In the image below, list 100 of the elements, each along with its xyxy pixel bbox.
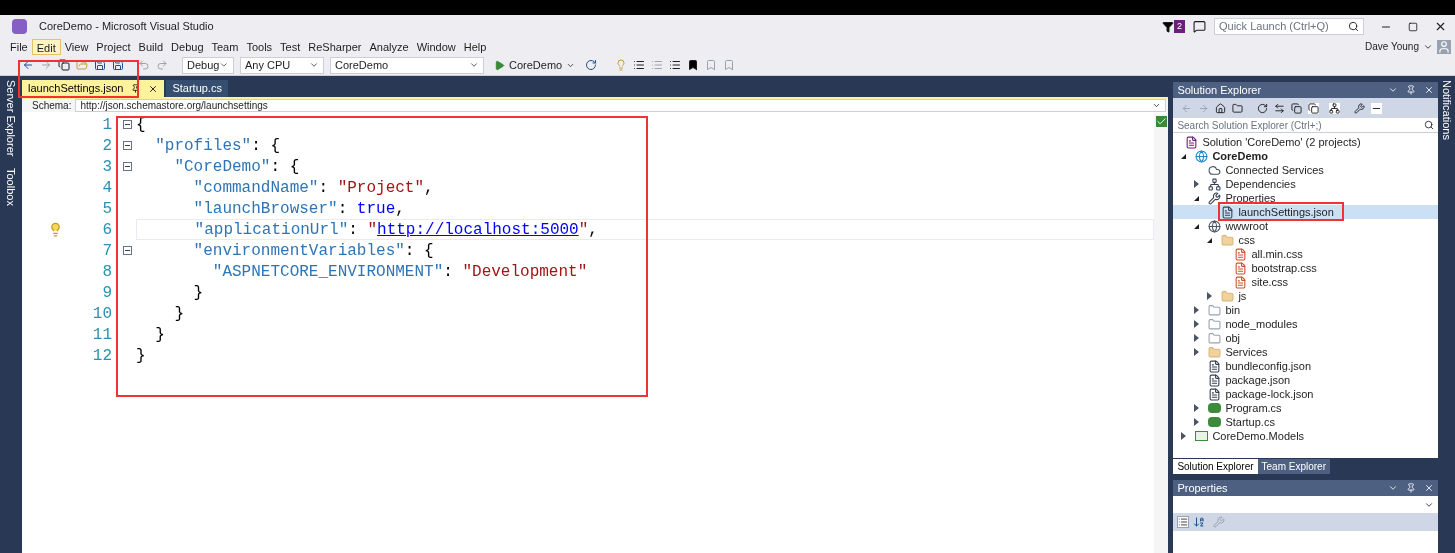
tree-item[interactable]: Services [1173, 345, 1438, 359]
menu-item[interactable]: File [6, 38, 32, 55]
close-icon[interactable] [148, 83, 159, 94]
collapsed-arrow-icon[interactable] [1194, 320, 1200, 328]
tree-item[interactable]: all.min.css [1173, 247, 1438, 261]
back-icon[interactable] [22, 59, 34, 71]
fold-toggle[interactable] [123, 162, 132, 171]
list-icon[interactable] [669, 59, 682, 71]
file-icon [1234, 261, 1248, 275]
menu-item[interactable]: ReSharper [304, 38, 366, 55]
tree-item[interactable]: bundleconfig.json [1173, 359, 1438, 373]
user-name[interactable]: Dave Young [1365, 39, 1419, 54]
menu-item[interactable]: Team [207, 38, 243, 55]
expanded-arrow-icon[interactable] [1207, 237, 1213, 243]
tree-item[interactable]: obj [1173, 331, 1438, 345]
tree-item[interactable]: Program.cs [1173, 401, 1438, 415]
menu-item[interactable]: Help [459, 38, 491, 55]
tree-item[interactable]: Dependencies [1173, 177, 1438, 191]
undo-icon[interactable] [138, 59, 150, 71]
expanded-arrow-icon[interactable] [1181, 153, 1187, 159]
toolbar-dropdown[interactable]: Debug [182, 56, 234, 74]
collapsed-arrow-icon[interactable] [1207, 292, 1213, 300]
feedback-icon[interactable] [1193, 20, 1206, 33]
menu-item[interactable]: View [60, 38, 93, 55]
filter-icon[interactable] [1162, 20, 1174, 33]
sync-icon[interactable] [1274, 102, 1286, 114]
line-number: 3 [101, 156, 112, 178]
code-line: "environmentVariables": { [192, 240, 435, 261]
pin-icon[interactable] [1406, 85, 1416, 95]
fold-toggle[interactable] [123, 141, 132, 150]
restore-icon[interactable] [1408, 21, 1418, 32]
tree-item[interactable]: CoreDemo [1173, 149, 1438, 163]
tree-item[interactable]: bootstrap.css [1173, 261, 1438, 275]
tree-item[interactable]: package.json [1173, 373, 1438, 387]
caret-icon [309, 60, 319, 70]
menu-item[interactable]: Debug [167, 38, 208, 55]
search-field[interactable]: Search Solution Explorer (Ctrl+;) [1173, 118, 1438, 133]
menu-item[interactable]: Window [412, 38, 460, 55]
menu-item[interactable]: Test [276, 38, 305, 55]
expanded-arrow-icon[interactable] [1194, 195, 1200, 201]
tree-item[interactable]: bin [1173, 303, 1438, 317]
tree-item[interactable]: node_modules [1173, 317, 1438, 331]
caret-icon[interactable] [1388, 483, 1398, 493]
code-line: } [192, 282, 205, 303]
sort-alphabetical-icon[interactable] [1193, 516, 1206, 528]
side-tab[interactable]: Server Explorer [0, 80, 24, 157]
menu-item[interactable]: Edit [31, 38, 61, 55]
pin-icon[interactable] [1406, 483, 1416, 493]
notification-count[interactable]: 2 [1174, 19, 1185, 34]
tree-item[interactable]: css [1173, 233, 1438, 247]
caret-icon[interactable] [1388, 85, 1398, 95]
tree-item[interactable]: Properties [1173, 191, 1438, 205]
collapsed-arrow-icon[interactable] [1181, 432, 1187, 440]
collapsed-arrow-icon[interactable] [1194, 306, 1200, 314]
tree-item[interactable]: launchSettings.json [1173, 205, 1438, 219]
fold-toggle[interactable] [123, 120, 132, 129]
collapsed-arrow-icon[interactable] [1194, 404, 1200, 412]
list-icon[interactable] [633, 59, 646, 71]
wrench-icon[interactable] [1354, 102, 1366, 114]
menu-item[interactable]: Project [92, 38, 135, 55]
folder-icon[interactable] [1232, 102, 1244, 114]
bookmark-icon[interactable] [687, 59, 700, 71]
search-icon[interactable] [1424, 120, 1434, 130]
save-icon[interactable] [94, 59, 106, 71]
tree-item[interactable]: site.css [1173, 275, 1438, 289]
collapsed-arrow-icon[interactable] [1194, 334, 1200, 342]
editor-tab[interactable]: Startup.cs [166, 80, 228, 97]
tree-item[interactable]: wwwroot [1173, 219, 1438, 233]
menu-item[interactable]: Analyze [365, 38, 413, 55]
line-number: 9 [101, 282, 112, 304]
menu-item[interactable]: Build [134, 38, 168, 55]
tree-item[interactable]: js [1173, 289, 1438, 303]
lightbulb-icon[interactable] [48, 222, 63, 237]
categorized-icon[interactable] [1177, 516, 1190, 528]
start-debugging-button[interactable]: CoreDemo [490, 56, 580, 74]
forward-icon[interactable] [40, 59, 52, 71]
folder-icon [1208, 345, 1222, 359]
collapsed-arrow-icon[interactable] [1194, 348, 1200, 356]
panel-tab[interactable]: Solution Explorer [1173, 459, 1258, 474]
panel-tab[interactable]: Team Explorer [1257, 459, 1330, 474]
expanded-arrow-icon[interactable] [1194, 223, 1200, 229]
fold-toggle[interactable] [123, 246, 132, 255]
toolbar-dropdown[interactable]: CoreDemo [330, 56, 484, 74]
home-icon[interactable] [1215, 102, 1227, 114]
toolbar-dropdown[interactable]: Any CPU [240, 56, 324, 74]
tree-item[interactable]: Connected Services [1173, 163, 1438, 177]
side-tab[interactable]: Toolbox [0, 168, 24, 207]
tree-item[interactable]: package-lock.json [1173, 387, 1438, 401]
tree-item[interactable]: CoreDemo.Models [1173, 429, 1438, 443]
save-all-icon[interactable] [112, 59, 124, 71]
close-icon[interactable] [1434, 20, 1447, 33]
refresh-icon[interactable] [585, 59, 598, 71]
quick-launch-field[interactable]: Quick Launch (Ctrl+Q) [1214, 18, 1364, 35]
search-icon[interactable] [1348, 21, 1359, 32]
collapsed-arrow-icon[interactable] [1194, 180, 1200, 188]
schema-dropdown[interactable]: http://json.schemastore.org/launchsettings [75, 99, 1167, 112]
open-folder-icon[interactable] [76, 59, 88, 71]
collapsed-arrow-icon[interactable] [1194, 418, 1200, 426]
tree-item[interactable]: Startup.cs [1173, 415, 1438, 429]
menu-item[interactable]: Tools [242, 38, 277, 55]
